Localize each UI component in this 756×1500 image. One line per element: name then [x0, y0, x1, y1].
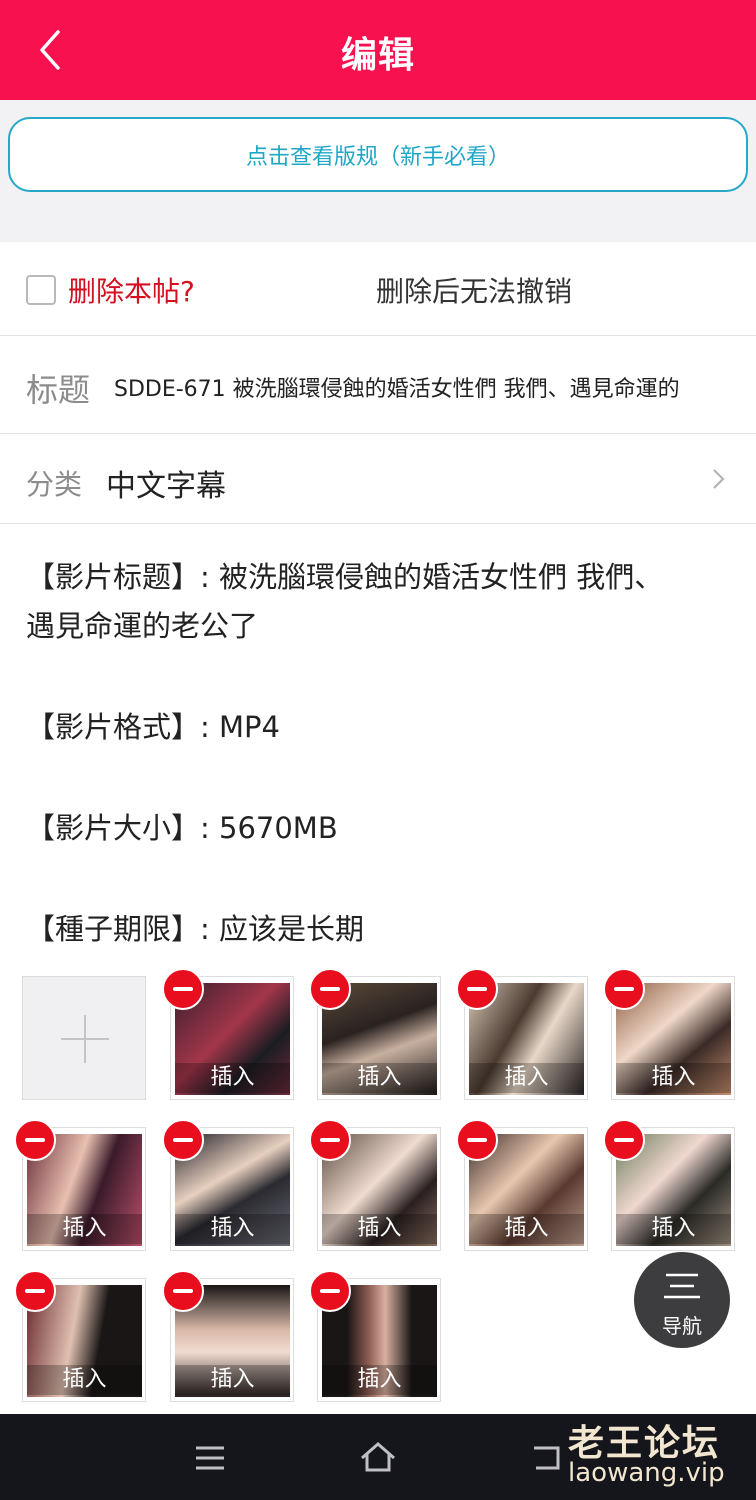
recent-apps-icon[interactable] [190, 1438, 230, 1478]
menu-icon [664, 1273, 700, 1299]
remove-image-button[interactable] [162, 968, 204, 1010]
insert-button[interactable]: 插入 [175, 1365, 290, 1395]
navigation-button[interactable]: 导航 [634, 1252, 730, 1348]
remove-image-button[interactable] [603, 1119, 645, 1161]
back-system-icon[interactable] [528, 1438, 568, 1478]
insert-button[interactable]: 插入 [27, 1365, 142, 1395]
insert-button[interactable]: 插入 [616, 1063, 731, 1093]
remove-image-button[interactable] [456, 968, 498, 1010]
plus-icon [61, 1015, 109, 1063]
remove-image-button[interactable] [14, 1119, 56, 1161]
home-icon[interactable] [358, 1438, 398, 1478]
insert-button[interactable]: 插入 [322, 1063, 437, 1093]
remove-image-button[interactable] [309, 1270, 351, 1312]
insert-button[interactable]: 插入 [322, 1214, 437, 1244]
insert-button[interactable]: 插入 [175, 1063, 290, 1093]
insert-button[interactable]: 插入 [175, 1214, 290, 1244]
insert-button[interactable]: 插入 [322, 1365, 437, 1395]
remove-image-button[interactable] [162, 1270, 204, 1312]
insert-button[interactable]: 插入 [616, 1214, 731, 1244]
remove-image-button[interactable] [14, 1270, 56, 1312]
navigation-label: 导航 [662, 1314, 702, 1338]
remove-image-button[interactable] [162, 1119, 204, 1161]
insert-button[interactable]: 插入 [27, 1214, 142, 1244]
add-image-button[interactable] [22, 976, 146, 1100]
remove-image-button[interactable] [603, 968, 645, 1010]
remove-image-button[interactable] [309, 1119, 351, 1161]
remove-image-button[interactable] [309, 968, 351, 1010]
remove-image-button[interactable] [456, 1119, 498, 1161]
insert-button[interactable]: 插入 [469, 1214, 584, 1244]
insert-button[interactable]: 插入 [469, 1063, 584, 1093]
watermark-url: laowang.vip [568, 1458, 725, 1488]
